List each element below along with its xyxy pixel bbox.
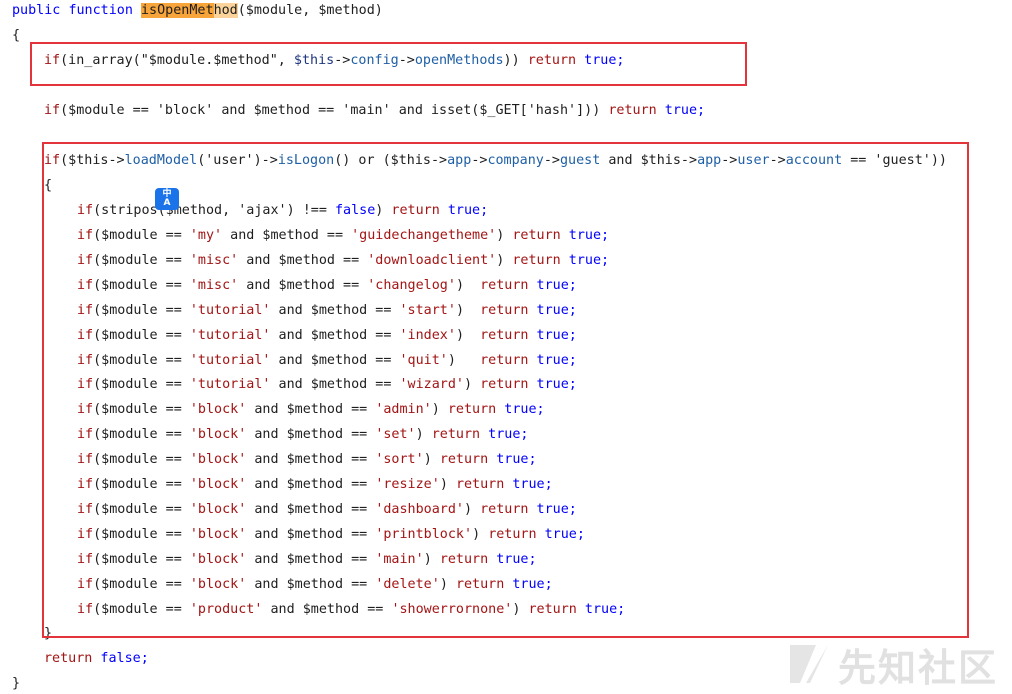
search-highlight: isOpenMet — [141, 3, 214, 18]
translate-icon[interactable]: 中 A — [155, 188, 179, 210]
watermark-logo-icon — [789, 645, 828, 683]
function-signature: public function isOpenMethod($module, $m… — [12, 3, 383, 18]
annotation-box-logon-block — [42, 142, 969, 638]
code-line-block-main: if($module == 'block' and $method == 'ma… — [44, 103, 706, 118]
close-brace: } — [12, 676, 21, 691]
open-brace: { — [12, 28, 21, 43]
annotation-box-in-array — [30, 42, 747, 86]
code-view: public function isOpenMethod($module, $m… — [0, 0, 1012, 694]
code-line-return-false: return false; — [44, 651, 149, 666]
watermark: 先知社区 — [786, 638, 998, 690]
